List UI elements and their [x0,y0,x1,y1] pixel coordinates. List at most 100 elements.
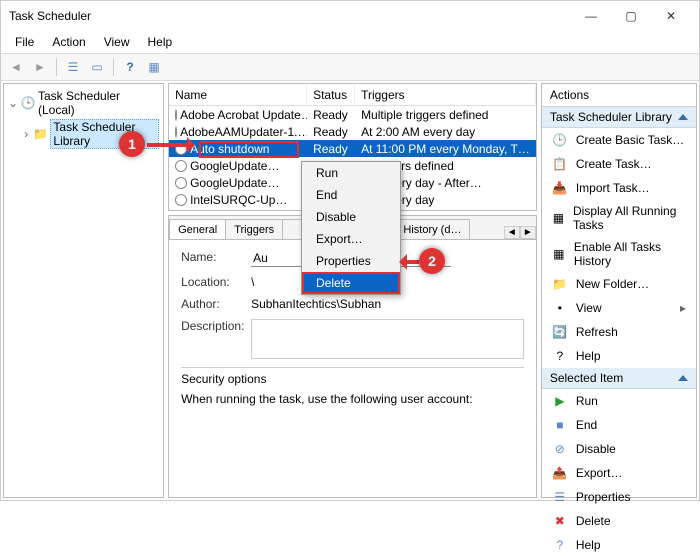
col-triggers[interactable]: Triggers [355,85,536,105]
task-icon [175,126,177,138]
action-label: Import Task… [576,181,650,195]
task-status: Ready [307,108,355,122]
tab-history[interactable]: History (d… [394,219,470,240]
menu-action[interactable]: Action [44,33,93,51]
task-triggers: At 11:00 PM every Monday, T… [355,142,536,156]
action-section-selected[interactable]: Selected Item [542,368,696,389]
task-name: GoogleUpdate… [190,159,279,173]
menu-help[interactable]: Help [140,33,181,51]
tab-general[interactable]: General [169,219,226,240]
menubar: File Action View Help [1,31,699,53]
action-icon: ▶ [552,393,568,409]
context-export[interactable]: Export… [302,228,400,250]
table-row[interactable]: Auto shutdownReadyAt 11:00 PM every Mond… [169,140,536,157]
tab-scroll-left[interactable]: ◄ [504,226,520,239]
minimize-button[interactable]: — [571,4,611,28]
action-end[interactable]: ■ End [542,413,696,437]
action-label: End [576,418,597,432]
action-icon: ☰ [552,489,568,505]
action-label: Help [576,349,601,363]
description-value[interactable] [251,319,524,359]
window-title: Task Scheduler [9,9,571,23]
action-icon: • [552,300,568,316]
window-icon[interactable]: ▭ [86,56,108,78]
action-icon: 📁 [552,276,568,292]
maximize-button[interactable]: ▢ [611,4,651,28]
task-status: Ready [307,125,355,139]
action-importtask[interactable]: 📥 Import Task… [542,176,696,200]
task-icon [175,194,187,206]
action-label: Create Task… [576,157,652,171]
help-icon[interactable]: ? [119,56,141,78]
actions-pane: Actions Task Scheduler Library 🕒Create B… [541,83,697,498]
action-label: Run [576,394,598,408]
action-icon: ⊘ [552,441,568,457]
close-button[interactable]: ✕ [651,4,691,28]
context-end[interactable]: End [302,184,400,206]
tree-root[interactable]: ⌄ 🕒 Task Scheduler (Local) [6,88,161,118]
table-row[interactable]: Adobe Acrobat Update…ReadyMultiple trigg… [169,106,536,123]
action-label: Enable All Tasks History [574,240,686,268]
action-delete[interactable]: ✖Delete [542,509,696,533]
titlebar: Task Scheduler — ▢ ✕ [1,1,699,31]
security-options-label: Security options [181,372,524,386]
chevron-right-icon[interactable]: › [22,127,30,141]
back-icon[interactable]: ◄ [5,56,27,78]
action-label: Display All Running Tasks [573,204,686,232]
task-icon [175,177,187,189]
table-row[interactable]: AdobeAAMUpdater-1.…ReadyAt 2:00 AM every… [169,123,536,140]
name-label: Name: [181,250,251,267]
action-label: Refresh [576,325,618,339]
action-label: Export… [576,466,623,480]
action-icon: 📥 [552,180,568,196]
properties-icon[interactable]: ☰ [62,56,84,78]
action-createtask[interactable]: 📋 Create Task… [542,152,696,176]
action-section-library[interactable]: Task Scheduler Library [542,107,696,128]
tab-scroll-right[interactable]: ► [520,226,536,239]
toolbar-extra-icon[interactable]: ▦ [143,56,165,78]
toolbar: ◄ ► ☰ ▭ ? ▦ [1,53,699,81]
action-icon: ■ [552,417,568,433]
tree-root-label: Task Scheduler (Local) [38,89,159,117]
task-icon [175,109,177,121]
action-label: New Folder… [576,277,649,291]
callout-2: 2 [419,248,445,274]
clock-icon: 🕒 [21,96,35,110]
collapse-icon[interactable] [678,375,688,381]
chevron-down-icon[interactable]: ⌄ [8,96,18,110]
action-properties[interactable]: ☰Properties [542,485,696,509]
task-name: IntelSURQC-Up… [190,193,287,207]
list-header: Name Status Triggers [169,84,536,106]
action-run[interactable]: ▶ Run [542,389,696,413]
action-icon: 📋 [552,156,568,172]
action-icon: ? [552,537,568,553]
col-name[interactable]: Name [169,85,307,105]
action-label: View [576,301,602,315]
context-run[interactable]: Run [302,162,400,184]
callout-1: 1 [119,131,145,157]
menu-file[interactable]: File [7,33,42,51]
action-view[interactable]: •View▸ [542,296,696,320]
action-createbasictask[interactable]: 🕒Create Basic Task… [542,128,696,152]
action-displayallrunningtasks[interactable]: ▦Display All Running Tasks [542,200,696,236]
author-label: Author: [181,297,251,311]
action-refresh[interactable]: 🔄Refresh [542,320,696,344]
action-disable[interactable]: ⊘ Disable [542,437,696,461]
action-enablealltaskshistory[interactable]: ▦ Enable All Tasks History [542,236,696,272]
action-newfolder[interactable]: 📁 New Folder… [542,272,696,296]
forward-icon[interactable]: ► [29,56,51,78]
col-status[interactable]: Status [307,85,355,105]
action-export[interactable]: 📤Export… [542,461,696,485]
action-label: Disable [576,442,616,456]
menu-view[interactable]: View [96,33,138,51]
collapse-icon[interactable] [678,114,688,120]
action-label: Help [576,538,601,552]
action-icon: 🕒 [552,132,568,148]
action-help[interactable]: ? Help [542,533,696,557]
context-properties[interactable]: Properties [302,250,400,272]
action-help[interactable]: ?Help [542,344,696,368]
action-icon: ▦ [552,246,566,262]
context-delete[interactable]: Delete [302,272,400,294]
context-disable[interactable]: Disable [302,206,400,228]
tab-triggers[interactable]: Triggers [225,219,283,240]
